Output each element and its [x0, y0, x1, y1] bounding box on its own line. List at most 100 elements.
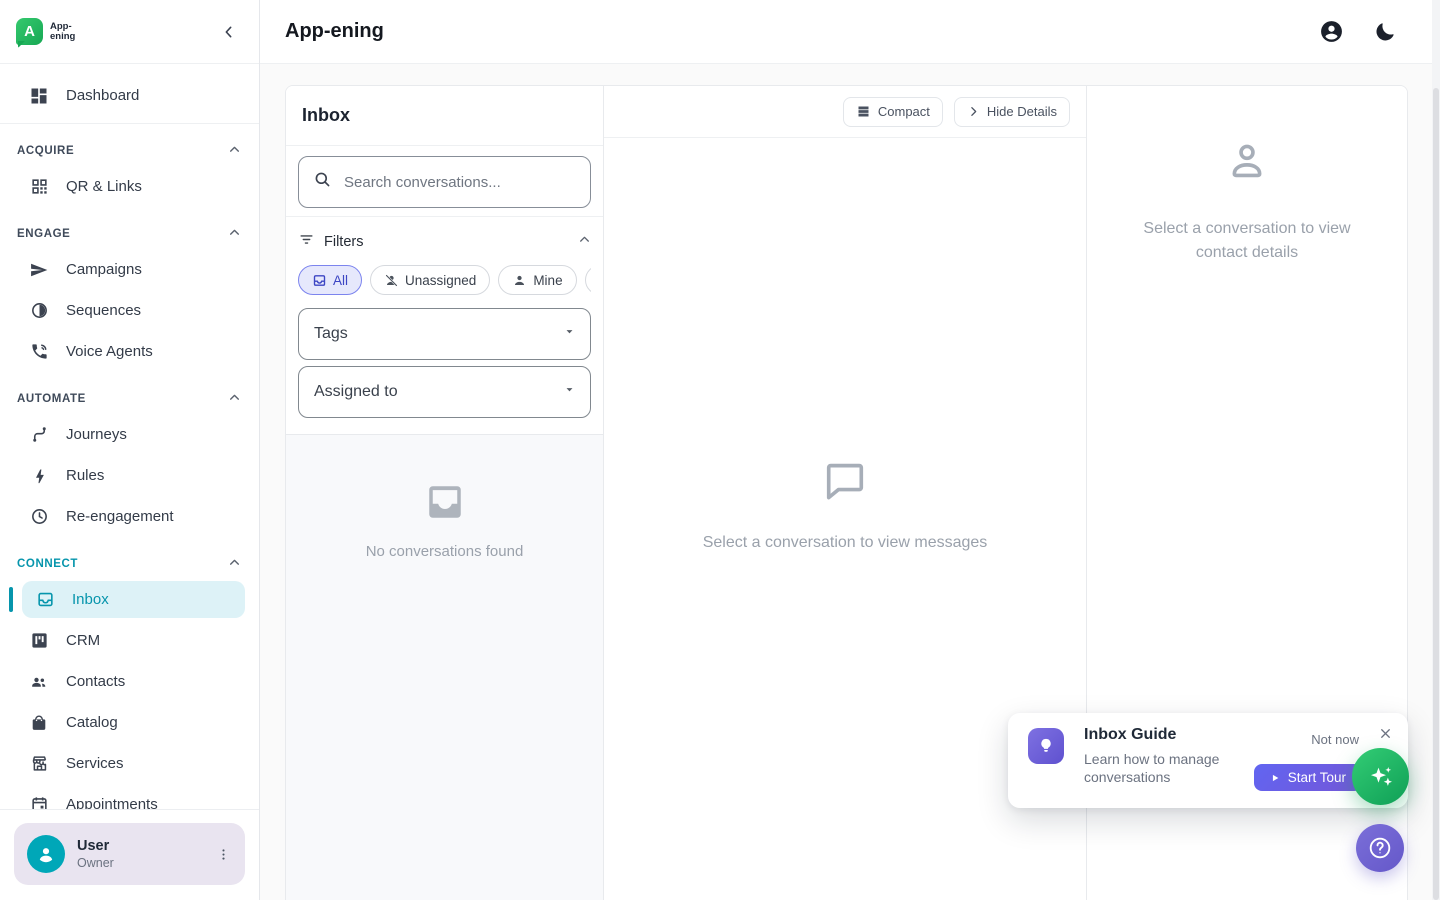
chevron-up-icon[interactable]	[578, 233, 591, 251]
list-header: Inbox	[286, 86, 603, 146]
sidebar-item-label: Campaigns	[66, 261, 142, 278]
sidebar-item-sequences[interactable]: Sequences	[0, 290, 259, 331]
topbar: App-ening	[260, 0, 1440, 64]
sidebar-item-dashboard[interactable]: Dashboard	[0, 75, 259, 116]
dashboard-icon	[29, 86, 49, 106]
appointments-icon	[29, 795, 49, 810]
sidebar-item-label: Re-engagement	[66, 508, 174, 525]
page-title: App-ening	[285, 20, 384, 43]
sidebar-item-journeys[interactable]: Journeys	[0, 414, 259, 455]
inbox-guide-toast: Inbox Guide Learn how to manage conversa…	[1008, 713, 1408, 808]
filter-icon	[298, 231, 315, 253]
sidebar-item-services[interactable]: Services	[0, 743, 259, 784]
close-icon[interactable]	[1374, 722, 1396, 744]
chevron-right-icon	[967, 105, 980, 118]
help-icon	[1367, 835, 1393, 861]
qr-links-icon	[29, 177, 49, 197]
hide-details-button[interactable]: Hide Details	[954, 97, 1070, 127]
search-box[interactable]	[298, 156, 591, 208]
inbox-icon	[312, 273, 327, 288]
search-section	[286, 146, 603, 217]
user-avatar	[27, 835, 65, 873]
sidebar-item-label: CRM	[66, 632, 100, 649]
sidebar-item-label: Voice Agents	[66, 343, 153, 360]
toast-title: Inbox Guide	[1084, 726, 1176, 744]
conversation-list-empty: No conversations found	[286, 435, 603, 900]
assigned-to-select[interactable]: Assigned to	[298, 366, 591, 418]
filters-section: Filters All Una	[286, 217, 603, 435]
inbox-empty-icon	[424, 481, 466, 528]
empty-list-text: No conversations found	[366, 543, 524, 560]
section-acquire[interactable]: ACQUIRE	[0, 124, 259, 166]
sidebar-item-voice-agents[interactable]: Voice Agents	[0, 331, 259, 372]
messages-toolbar: Compact Hide Details	[604, 86, 1086, 138]
journeys-icon	[29, 425, 49, 445]
conversation-list-pane: Inbox	[286, 86, 604, 900]
person-icon	[512, 273, 527, 288]
ai-assistant-fab[interactable]	[1352, 748, 1409, 805]
sidebar-item-label: Services	[66, 755, 124, 772]
sidebar-item-re-engagement[interactable]: Re-engagement	[0, 496, 259, 537]
sidebar-item-label: Journeys	[66, 426, 127, 443]
sidebar-item-appointments[interactable]: Appointments	[0, 784, 259, 809]
sparkles-icon	[1366, 762, 1396, 792]
tags-select-label: Tags	[314, 325, 348, 343]
logo-text: App- ening	[50, 22, 75, 42]
sidebar-nav: Dashboard ACQUIRE QR & Links ENGAGE Camp…	[0, 64, 259, 809]
assigned-to-select-label: Assigned to	[314, 383, 398, 401]
sidebar-item-campaigns[interactable]: Campaigns	[0, 249, 259, 290]
scrollbar-thumb[interactable]	[1433, 88, 1439, 900]
section-engage[interactable]: ENGAGE	[0, 207, 259, 249]
sidebar-item-catalog[interactable]: Catalog	[0, 702, 259, 743]
help-fab[interactable]	[1356, 824, 1404, 872]
sidebar-header: A App- ening	[0, 0, 259, 64]
chat-bubble-icon	[822, 457, 868, 508]
person-off-icon	[384, 273, 399, 288]
rules-icon	[29, 466, 49, 486]
toast-subtitle: Learn how to manage conversations	[1084, 750, 1249, 786]
dark-mode-icon[interactable]	[1371, 19, 1397, 45]
start-tour-button[interactable]: Start Tour	[1254, 764, 1362, 791]
compact-button[interactable]: Compact	[843, 97, 943, 127]
sidebar-item-label: Dashboard	[66, 87, 139, 104]
topbar-actions	[1318, 19, 1397, 45]
details-empty-text: Select a conversation to view contact de…	[1132, 217, 1362, 265]
services-icon	[29, 754, 49, 774]
chevron-up-icon	[228, 226, 241, 242]
chip-all[interactable]: All	[298, 265, 362, 295]
sidebar-item-qr-links[interactable]: QR & Links	[0, 166, 259, 207]
sidebar-footer: User Owner	[0, 809, 259, 900]
chevron-up-icon	[228, 556, 241, 572]
filter-chips: All Unassigned Mine	[298, 265, 591, 295]
sidebar-item-contacts[interactable]: Contacts	[0, 661, 259, 702]
not-now-button[interactable]: Not now	[1311, 732, 1359, 747]
inbox-title: Inbox	[302, 105, 350, 126]
sidebar-item-crm[interactable]: CRM	[0, 620, 259, 661]
search-input[interactable]	[344, 174, 576, 191]
sidebar-item-label: QR & Links	[66, 178, 142, 195]
app-logo: A App- ening	[16, 18, 75, 45]
tags-select[interactable]: Tags	[298, 308, 591, 360]
account-circle-icon[interactable]	[1318, 19, 1344, 45]
kebab-menu-icon[interactable]	[209, 840, 237, 868]
section-automate[interactable]: AUTOMATE	[0, 372, 259, 414]
user-role: Owner	[77, 856, 197, 870]
chip-unread[interactable]: Unread	[585, 265, 591, 295]
chevron-up-icon	[228, 391, 241, 407]
sidebar-item-label: Rules	[66, 467, 104, 484]
sidebar-item-inbox[interactable]: Inbox	[22, 581, 245, 618]
chip-unassigned[interactable]: Unassigned	[370, 265, 490, 295]
user-meta: User Owner	[77, 838, 197, 870]
messages-empty-text: Select a conversation to view messages	[703, 534, 988, 552]
contacts-icon	[29, 672, 49, 692]
collapse-sidebar-icon[interactable]	[215, 18, 243, 46]
sidebar-item-label: Appointments	[66, 796, 158, 809]
crm-icon	[29, 631, 49, 651]
user-card[interactable]: User Owner	[14, 823, 245, 885]
voice-agents-icon	[29, 342, 49, 362]
sidebar-item-rules[interactable]: Rules	[0, 455, 259, 496]
chip-mine[interactable]: Mine	[498, 265, 576, 295]
section-connect[interactable]: CONNECT	[0, 537, 259, 579]
filters-toggle[interactable]: Filters	[298, 229, 591, 255]
page-scrollbar[interactable]	[1432, 0, 1440, 900]
